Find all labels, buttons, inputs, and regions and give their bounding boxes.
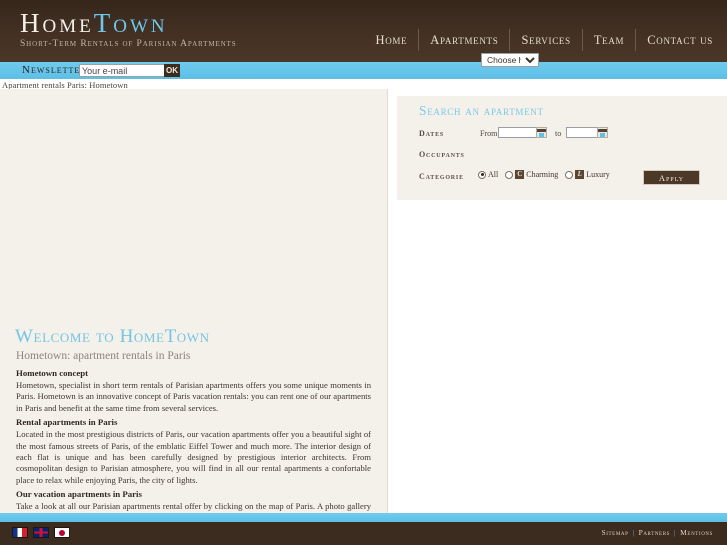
main-content-panel: Welcome to HomeTown Hometown: apartment … xyxy=(0,89,388,534)
luxury-badge-icon: L xyxy=(575,170,585,179)
page-root: HomeTown Short-Term Rentals of Parisian … xyxy=(0,0,727,545)
calendar-icon-to[interactable] xyxy=(597,127,608,138)
article-body: Hometown concept Hometown, specialist in… xyxy=(16,367,371,537)
categorie-radio-group: All C Charming L Luxury xyxy=(478,170,617,179)
occupants-label: Occupants xyxy=(419,150,465,159)
from-label: From xyxy=(480,129,498,138)
radio-category-charming[interactable] xyxy=(505,170,514,179)
categorie-label: Categorie xyxy=(419,172,464,181)
page-subtitle: Hometown: apartment rentals in Paris xyxy=(16,350,191,362)
main-navigation: Home Apartments Services Team Contact us xyxy=(364,29,717,51)
nav-home[interactable]: Home xyxy=(364,29,420,51)
flag-uk-icon[interactable] xyxy=(33,527,49,538)
nav-contact-us[interactable]: Contact us xyxy=(636,29,717,51)
dates-label: Dates xyxy=(419,129,445,138)
site-header: HomeTown Short-Term Rentals of Parisian … xyxy=(0,0,727,62)
label-category-all: All xyxy=(488,170,499,179)
section-heading-concept: Hometown concept xyxy=(16,368,89,378)
section-heading-rentals: Rental apartments in Paris xyxy=(16,417,118,428)
flag-jp-icon[interactable] xyxy=(54,527,70,538)
section-body-rentals: Located in the most prestigious district… xyxy=(16,429,371,485)
date-from-input[interactable] xyxy=(498,127,537,138)
label-category-charming: Charming xyxy=(526,170,559,179)
newsletter-label: Newsletter xyxy=(22,64,87,76)
radio-category-luxury[interactable] xyxy=(565,170,574,179)
newsletter-email-input[interactable] xyxy=(79,64,167,77)
nav-services[interactable]: Services xyxy=(510,29,583,51)
nav-apartments[interactable]: Apartments xyxy=(419,29,511,51)
flag-fr-icon[interactable] xyxy=(12,527,28,538)
section-body-concept: Hometown, specialist in short term renta… xyxy=(16,380,371,413)
site-logo[interactable]: HomeTown Short-Term Rentals of Parisian … xyxy=(20,8,237,49)
charming-badge-icon: C xyxy=(515,170,525,179)
newsletter-bar: Newsletter OK xyxy=(0,62,727,79)
radio-category-all[interactable] xyxy=(478,170,486,179)
logo-town-text: Town xyxy=(93,8,168,38)
footer-link-mentions[interactable]: Mentions xyxy=(676,528,717,537)
nav-team[interactable]: Team xyxy=(583,29,637,51)
footer-link-partners[interactable]: Partners xyxy=(635,528,674,537)
site-footer: Sitemap | Partners | Mentions xyxy=(0,522,727,545)
section-heading-vacation: Our vacation apartments in Paris xyxy=(16,489,142,500)
calendar-icon-from[interactable] xyxy=(536,127,547,138)
page-title: Welcome to HomeTown xyxy=(15,326,210,347)
occupants-select[interactable]: Choose here xyxy=(481,53,539,67)
to-label: to xyxy=(555,129,562,138)
apply-search-button[interactable]: Apply xyxy=(643,170,700,185)
footer-link-sitemap[interactable]: Sitemap xyxy=(597,528,632,537)
newsletter-submit-button[interactable]: OK xyxy=(164,64,180,77)
logo-tagline: Short-Term Rentals of Parisian Apartment… xyxy=(20,39,237,49)
label-category-luxury: Luxury xyxy=(586,170,610,179)
logo-home-text: Home xyxy=(20,8,94,38)
search-panel-title: Search an apartment xyxy=(419,103,544,118)
language-switcher xyxy=(12,527,70,538)
logo-wordmark: HomeTown xyxy=(20,8,237,38)
footer-accent-bar xyxy=(0,513,727,522)
footer-links: Sitemap | Partners | Mentions xyxy=(597,528,717,537)
